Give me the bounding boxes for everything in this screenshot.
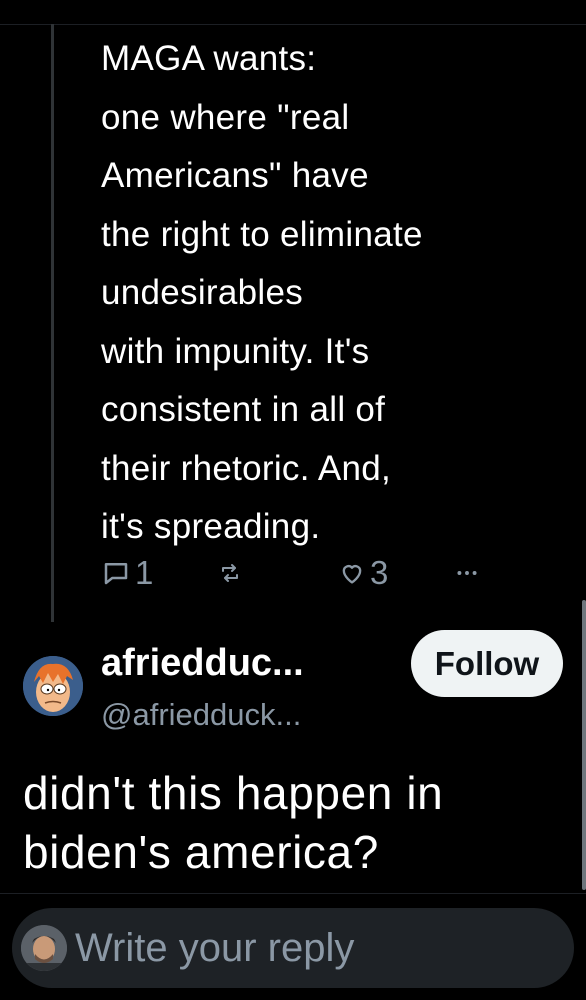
repost-icon	[218, 561, 242, 585]
top-divider	[0, 24, 586, 25]
reply-text: didn't this happen in biden's america?	[23, 767, 444, 878]
reply-placeholder: Write your reply	[75, 925, 355, 970]
reply-composer[interactable]: Write your reply	[12, 908, 574, 988]
heart-icon	[338, 559, 366, 587]
follow-button[interactable]: Follow	[411, 630, 563, 697]
more-options-button[interactable]	[454, 553, 480, 593]
parent-post[interactable]: MAGA wants: one where "real Americans" h…	[101, 30, 571, 557]
post-actions: 1 3	[101, 553, 521, 593]
display-name[interactable]: afriedduc...	[101, 638, 304, 688]
repost-button[interactable]	[218, 553, 242, 593]
like-count: 3	[370, 554, 389, 591]
thread-line	[51, 24, 54, 622]
reply-button[interactable]: 1	[101, 553, 153, 593]
user-handle[interactable]: @afriedduck...	[101, 695, 301, 735]
scrollbar[interactable]	[582, 600, 586, 890]
like-button[interactable]: 3	[338, 553, 388, 593]
reply-count: 1	[135, 554, 154, 591]
more-options-icon	[454, 560, 480, 586]
post-text: MAGA wants: one where "real Americans" h…	[101, 39, 423, 546]
own-avatar	[21, 925, 67, 971]
bottom-divider	[0, 893, 586, 894]
reply-icon	[101, 558, 131, 588]
avatar[interactable]	[23, 656, 83, 716]
